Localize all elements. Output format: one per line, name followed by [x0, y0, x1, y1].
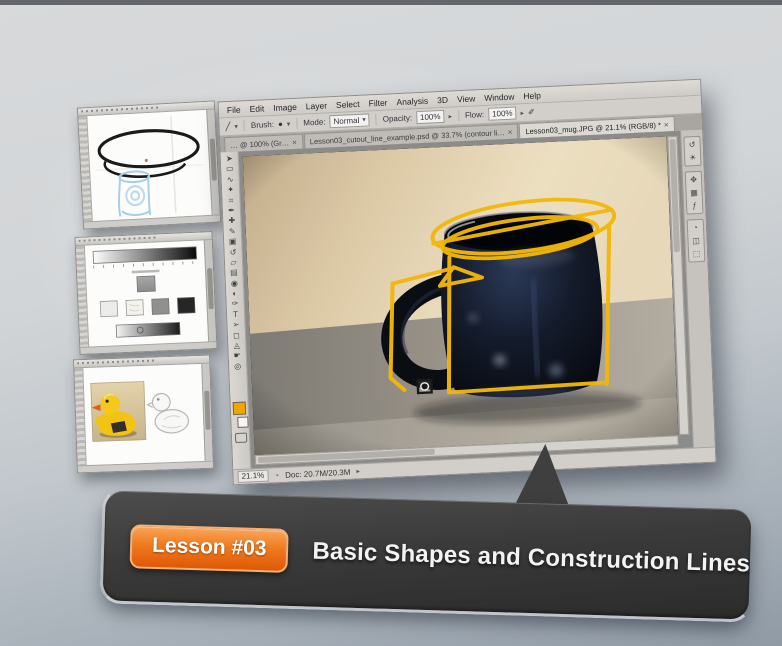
- menu-item[interactable]: Select: [336, 98, 360, 109]
- lesson-title: Basic Shapes and Construction Lines: [312, 537, 751, 578]
- opacity-label: Opacity:: [382, 113, 413, 124]
- dodge-tool-icon[interactable]: ◐: [232, 289, 237, 300]
- top-border-strip: [0, 0, 782, 5]
- lasso-tool-icon[interactable]: ∿: [227, 175, 234, 186]
- 3d-rotate-tool-icon[interactable]: ◬: [234, 341, 241, 352]
- mug-photo-document[interactable]: [242, 136, 679, 456]
- flow-flyout-icon[interactable]: ▸: [520, 109, 524, 117]
- mode-dropdown-icon: ▾: [362, 116, 366, 124]
- pen-tool-icon[interactable]: ✑: [232, 299, 239, 310]
- ellipse-sketch-drawing: [96, 115, 204, 217]
- masks-panel-icon[interactable]: ◫: [689, 235, 702, 247]
- photoshop-window: File Edit Image Layer Select Filter Analysis 3D…: [217, 78, 717, 486]
- airbrush-icon[interactable]: ✐: [528, 108, 535, 117]
- info-panel-icon[interactable]: ☀: [686, 152, 699, 164]
- hand-tool-icon[interactable]: ☛: [234, 351, 242, 362]
- doc-size-text: Doc: 20.7M/20.3M: [284, 467, 351, 480]
- eyedropper-tool-icon[interactable]: ✒: [228, 206, 235, 217]
- close-icon[interactable]: ×: [664, 120, 669, 129]
- path-select-tool-icon[interactable]: ➢: [232, 320, 239, 331]
- menu-item[interactable]: Help: [523, 90, 541, 101]
- tab-label: … @ 100% (Gr…: [230, 137, 290, 150]
- preset-dropdown-icon[interactable]: ▾: [234, 122, 238, 130]
- lesson-badge: Lesson #03: [129, 524, 290, 573]
- adjustments-panel-icon[interactable]: ◔: [689, 222, 702, 234]
- zoom-tool-icon[interactable]: ◎: [234, 362, 241, 373]
- styles-panel-icon[interactable]: ƒ: [688, 200, 701, 212]
- layers-panel-icon[interactable]: ⬚: [690, 248, 703, 260]
- canvas-area: [238, 130, 693, 469]
- zoom-level-field[interactable]: 21.1%: [237, 469, 269, 484]
- color-panel-icon[interactable]: ✥: [687, 174, 700, 186]
- tutorial-frame: File Edit Image Layer Select Filter Analysis 3D…: [0, 0, 782, 646]
- brush-tip-icon[interactable]: ●: [278, 120, 283, 129]
- thumbnail-window-value-scale[interactable]: [74, 231, 218, 355]
- opacity-flyout-icon[interactable]: ▸: [448, 112, 452, 120]
- clone-stamp-tool-icon[interactable]: ▣: [229, 237, 237, 248]
- status-flyout-icon[interactable]: ▸: [356, 467, 360, 475]
- menu-item[interactable]: File: [227, 104, 241, 115]
- mode-label: Mode:: [303, 117, 326, 128]
- thumbnail-window-ellipse-sketch[interactable]: [76, 100, 222, 230]
- blur-tool-icon[interactable]: ◉: [231, 278, 238, 289]
- brush-preset-icon[interactable]: ╱: [225, 122, 230, 131]
- move-tool-icon[interactable]: ➤: [226, 154, 233, 165]
- menu-item[interactable]: Window: [484, 91, 515, 102]
- gradient-tool-icon[interactable]: ▤: [230, 268, 238, 279]
- divider: [296, 117, 298, 129]
- marquee-tool-icon[interactable]: ▭: [226, 164, 234, 175]
- close-icon[interactable]: ×: [292, 137, 297, 146]
- opacity-field[interactable]: 100%: [415, 109, 445, 125]
- history-brush-tool-icon[interactable]: ↺: [230, 247, 237, 258]
- menu-item[interactable]: 3D: [437, 94, 448, 105]
- history-panel-icon[interactable]: ↺: [685, 139, 698, 151]
- background-color-swatch[interactable]: [236, 416, 249, 428]
- duck-study-drawing: [90, 381, 190, 442]
- menu-item[interactable]: View: [457, 93, 476, 104]
- foreground-color-swatch[interactable]: [232, 401, 247, 416]
- eraser-tool-icon[interactable]: ▱: [230, 258, 237, 269]
- menu-item[interactable]: Layer: [306, 100, 328, 111]
- status-menu-icon[interactable]: ◔: [274, 471, 279, 480]
- quick-mask-icon[interactable]: [234, 432, 247, 444]
- thumbnail-canvas: [87, 109, 212, 222]
- menu-item[interactable]: Filter: [368, 97, 387, 108]
- divider: [243, 120, 246, 132]
- flow-field[interactable]: 100%: [487, 106, 517, 121]
- quick-select-tool-icon[interactable]: ✦: [227, 185, 234, 196]
- thumbnail-window-duck-study[interactable]: [73, 354, 214, 474]
- swatches-panel-icon[interactable]: ▦: [687, 187, 700, 199]
- crop-tool-icon[interactable]: ⌗: [229, 195, 234, 206]
- menu-item[interactable]: Edit: [249, 103, 264, 114]
- brush-dropdown-icon[interactable]: ▾: [287, 120, 291, 128]
- lesson-banner: Lesson #03 Basic Shapes and Construction…: [102, 490, 752, 620]
- divider: [457, 110, 460, 122]
- brush-label: Brush:: [250, 119, 275, 131]
- thumbnail-canvas: [83, 363, 205, 466]
- divider: [375, 114, 377, 126]
- brush-tool-icon[interactable]: ✎: [229, 227, 236, 238]
- duck-sketch: [146, 392, 190, 434]
- mode-select[interactable]: Normal ▾: [329, 113, 371, 129]
- shape-tool-icon[interactable]: ◻: [233, 330, 240, 341]
- menu-item[interactable]: Image: [273, 101, 297, 112]
- close-icon[interactable]: ×: [508, 127, 513, 136]
- flow-label: Flow:: [464, 110, 485, 120]
- mug-photo-with-construction-lines: [242, 136, 679, 456]
- value-scale-drawing: [92, 246, 198, 338]
- menu-item[interactable]: Analysis: [396, 95, 428, 106]
- healing-brush-tool-icon[interactable]: ✚: [228, 216, 235, 227]
- mode-value: Normal: [333, 115, 360, 127]
- thumbnail-canvas: [84, 240, 209, 347]
- type-tool-icon[interactable]: T: [233, 310, 238, 321]
- color-swatches: [231, 401, 250, 469]
